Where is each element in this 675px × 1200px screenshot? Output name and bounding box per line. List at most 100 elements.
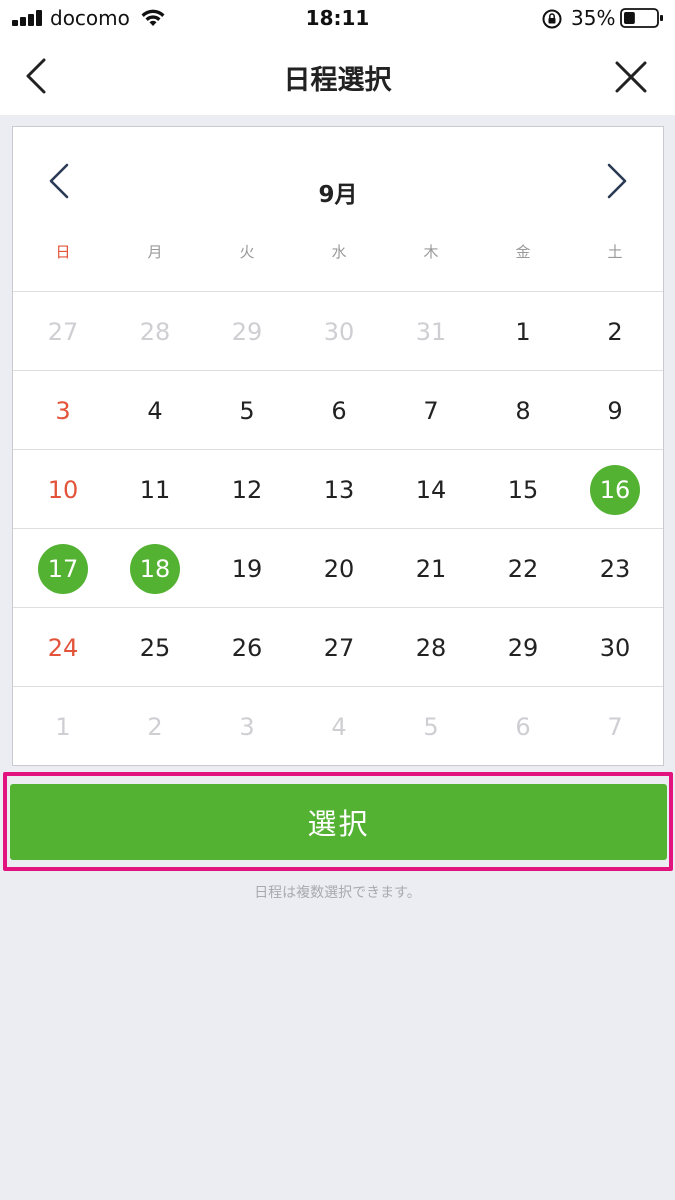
calendar-day[interactable]: 11 — [109, 450, 201, 529]
calendar-day[interactable]: 4 — [109, 371, 201, 450]
calendar-day-selected[interactable]: 18 — [109, 529, 201, 608]
next-month-icon[interactable] — [601, 159, 633, 203]
calendar-day[interactable]: 28 — [385, 608, 477, 687]
calendar-day[interactable]: 24 — [17, 608, 109, 687]
calendar-day[interactable]: 10 — [17, 450, 109, 529]
calendar-day-number: 21 — [415, 554, 447, 583]
calendar-day-number: 22 — [507, 554, 539, 583]
calendar-day-selected[interactable]: 16 — [569, 450, 661, 529]
calendar-day-number: 30 — [599, 633, 631, 662]
calendar-day[interactable]: 19 — [201, 529, 293, 608]
calendar-day: 28 — [109, 292, 201, 371]
calendar-day[interactable]: 2 — [569, 292, 661, 371]
calendar-day-number: 14 — [415, 475, 447, 504]
calendar-day-number: 2 — [147, 712, 163, 741]
calendar-day[interactable]: 26 — [201, 608, 293, 687]
calendar-day: 2 — [109, 687, 201, 766]
calendar-day-number: 12 — [231, 475, 263, 504]
calendar-day: 30 — [293, 292, 385, 371]
calendar-day: 4 — [293, 687, 385, 766]
calendar-day[interactable]: 12 — [201, 450, 293, 529]
calendar-week-row: 1 2 3 4 5 6 7 — [13, 686, 663, 765]
calendar-day-number: 28 — [139, 317, 171, 346]
calendar-day-number: 23 — [599, 554, 631, 583]
calendar-day-number: 4 — [147, 396, 163, 425]
calendar-day[interactable]: 15 — [477, 450, 569, 529]
calendar: 9月 日月火水木金土 27 28 29 30 31 1 2 3 4 5 6 7 8 9 10 11 12 13 14… — [12, 126, 664, 766]
close-icon[interactable] — [612, 58, 650, 96]
weekday-label: 水 — [331, 243, 347, 261]
weekday-label: 金 — [515, 243, 531, 261]
calendar-day[interactable]: 21 — [385, 529, 477, 608]
calendar-day-number: 16 — [590, 464, 640, 515]
calendar-day-number: 2 — [607, 317, 623, 346]
calendar-day: 31 — [385, 292, 477, 371]
calendar-day-number: 24 — [47, 633, 79, 662]
calendar-week-row: 27 28 29 30 31 1 2 — [13, 291, 663, 370]
calendar-day-number: 31 — [415, 317, 447, 346]
hint-text: 日程は複数選択できます。 — [254, 885, 421, 901]
calendar-day-number: 8 — [515, 396, 531, 425]
calendar-day[interactable]: 1 — [477, 292, 569, 371]
calendar-day-number: 30 — [323, 317, 355, 346]
calendar-day-number: 4 — [331, 712, 347, 741]
calendar-day[interactable]: 30 — [569, 608, 661, 687]
calendar-day[interactable]: 22 — [477, 529, 569, 608]
calendar-day[interactable]: 20 — [293, 529, 385, 608]
page-title: 日程選択 — [283, 65, 392, 96]
weekday-label: 土 — [607, 243, 623, 261]
calendar-day: 27 — [17, 292, 109, 371]
calendar-day-number: 29 — [231, 317, 263, 346]
calendar-day-number: 10 — [47, 475, 79, 504]
rotation-lock-icon — [542, 9, 562, 29]
calendar-day-number: 6 — [331, 396, 347, 425]
calendar-day-number: 1 — [515, 317, 531, 346]
select-button[interactable]: 選択 — [10, 784, 667, 860]
calendar-day-number: 20 — [323, 554, 355, 583]
calendar-day[interactable]: 29 — [477, 608, 569, 687]
calendar-day: 1 — [17, 687, 109, 766]
calendar-week-row: 10 11 12 13 14 15 16 — [13, 449, 663, 528]
calendar-day[interactable]: 23 — [569, 529, 661, 608]
weekday-label: 木 — [423, 243, 439, 261]
calendar-week-row: 3 4 5 6 7 8 9 — [13, 370, 663, 449]
calendar-day-number: 26 — [231, 633, 263, 662]
calendar-day: 5 — [385, 687, 477, 766]
weekday-label: 日 — [55, 243, 71, 261]
calendar-day: 6 — [477, 687, 569, 766]
calendar-day[interactable]: 3 — [17, 371, 109, 450]
calendar-day[interactable]: 25 — [109, 608, 201, 687]
calendar-day-number: 9 — [607, 396, 623, 425]
calendar-day[interactable]: 13 — [293, 450, 385, 529]
calendar-day-number: 28 — [415, 633, 447, 662]
calendar-day[interactable]: 6 — [293, 371, 385, 450]
calendar-day: 3 — [201, 687, 293, 766]
calendar-day[interactable]: 8 — [477, 371, 569, 450]
calendar-day[interactable]: 5 — [201, 371, 293, 450]
calendar-day-number: 3 — [55, 396, 71, 425]
month-title: 9月 — [318, 182, 358, 208]
calendar-day[interactable]: 14 — [385, 450, 477, 529]
calendar-day: 29 — [201, 292, 293, 371]
battery-icon — [620, 8, 663, 28]
calendar-day-number: 11 — [139, 475, 171, 504]
calendar-day-number: 27 — [323, 633, 355, 662]
weekday-label: 火 — [239, 243, 255, 261]
calendar-week-row: 17 18 19 20 21 22 23 — [13, 528, 663, 607]
calendar-day-number: 7 — [607, 712, 623, 741]
nav-bar: 日程選択 — [0, 38, 675, 115]
calendar-day[interactable]: 27 — [293, 608, 385, 687]
calendar-day[interactable]: 7 — [385, 371, 477, 450]
calendar-day-number: 5 — [239, 396, 255, 425]
weekday-header: 日月火水木金土 — [13, 241, 663, 265]
calendar-day-number: 29 — [507, 633, 539, 662]
calendar-day-number: 6 — [515, 712, 531, 741]
calendar-day-number: 25 — [139, 633, 171, 662]
calendar-grid: 27 28 29 30 31 1 2 3 4 5 6 7 8 9 10 11 12 13 14 15 16 17 18 19 2… — [13, 291, 663, 765]
calendar-day: 7 — [569, 687, 661, 766]
calendar-day-selected[interactable]: 17 — [17, 529, 109, 608]
calendar-day-number: 17 — [38, 543, 88, 594]
calendar-day[interactable]: 9 — [569, 371, 661, 450]
calendar-week-row: 24 25 26 27 28 29 30 — [13, 607, 663, 686]
calendar-day-number: 15 — [507, 475, 539, 504]
